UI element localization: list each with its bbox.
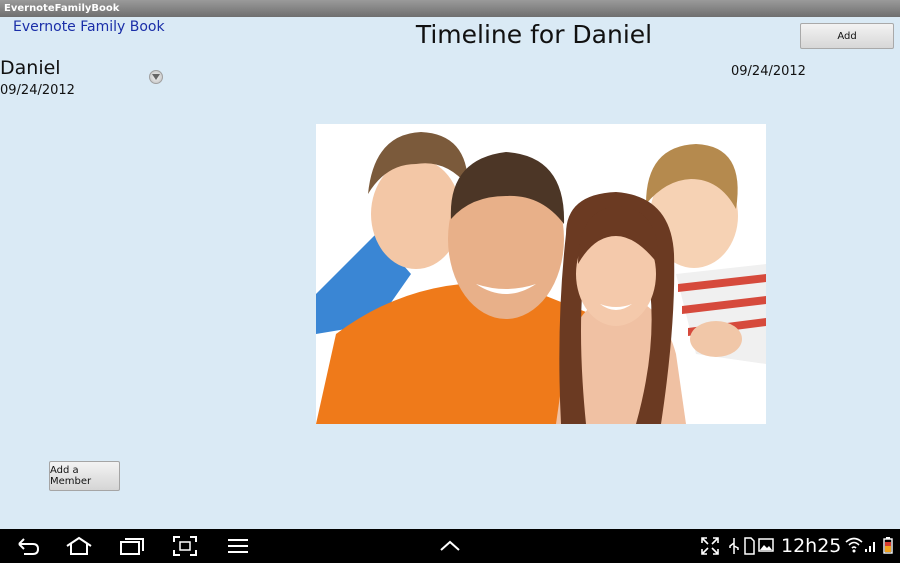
status-clock: 12h25 — [781, 535, 842, 557]
member-date: 09/24/2012 — [0, 83, 75, 98]
page-title: Timeline for Daniel — [415, 20, 653, 49]
battery-icon — [883, 537, 893, 554]
window-titlebar: EvernoteFamilyBook — [0, 0, 900, 17]
system-navigation-bar: 12h25 — [0, 529, 900, 563]
back-icon[interactable] — [16, 535, 40, 557]
usb-icon — [729, 538, 739, 554]
add-button[interactable]: Add — [800, 23, 894, 49]
add-member-button[interactable]: Add a Member — [49, 461, 120, 491]
member-dropdown[interactable] — [149, 70, 163, 84]
screenshot-icon[interactable] — [172, 535, 198, 557]
wifi-icon — [845, 537, 863, 553]
recent-apps-icon[interactable] — [119, 535, 145, 557]
family-photo — [316, 124, 766, 424]
fullscreen-icon[interactable] — [701, 537, 719, 555]
menu-icon[interactable] — [226, 535, 250, 557]
signal-icon — [865, 542, 875, 552]
timeline-entry-date: 09/24/2012 — [731, 64, 806, 79]
chevron-up-icon[interactable] — [438, 535, 462, 557]
home-icon[interactable] — [65, 535, 93, 557]
app-content: Evernote Family Book Timeline for Daniel… — [0, 17, 900, 529]
gallery-icon — [758, 538, 774, 552]
sd-card-icon — [744, 537, 755, 555]
chevron-down-icon — [152, 74, 160, 80]
member-name: Daniel — [0, 57, 61, 79]
